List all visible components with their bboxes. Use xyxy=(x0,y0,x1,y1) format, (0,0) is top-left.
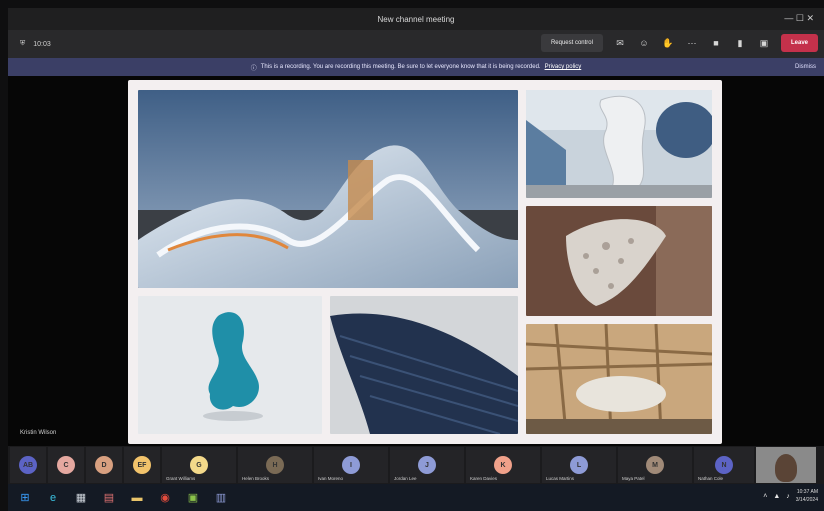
participant-name: Grant Williams xyxy=(166,476,196,481)
participant-tile[interactable]: AB xyxy=(10,447,46,483)
participant-tile[interactable]: D xyxy=(86,447,122,483)
avatar: C xyxy=(57,456,75,474)
participant-name: Karen Davies xyxy=(470,476,498,481)
participant-tile[interactable]: K Karen Davies xyxy=(466,447,540,483)
share-icon[interactable]: ▣ xyxy=(757,36,771,50)
participant-name: Nathan Cole xyxy=(698,476,724,481)
participant-name: Ivan Moreno xyxy=(318,476,344,481)
participant-tile[interactable]: EF xyxy=(124,447,160,483)
clock[interactable]: 10:37 AM 3/14/2024 xyxy=(796,488,818,504)
window-controls[interactable]: — ☐ ✕ xyxy=(784,13,814,24)
participant-name: Lucas Martins xyxy=(546,476,575,481)
chevron-up-icon[interactable]: ˄ xyxy=(763,493,767,500)
avatar: N xyxy=(715,456,733,474)
banner-message: This is a recording. You are recording t… xyxy=(260,64,541,70)
shield-icon: ⛨ xyxy=(20,40,26,47)
edge-icon[interactable]: e xyxy=(42,487,64,509)
video-icon[interactable]: ▥ xyxy=(210,487,232,509)
meeting-timer: 10:03 xyxy=(33,40,51,48)
avatar: G xyxy=(190,456,208,474)
avatar: AB xyxy=(19,456,37,474)
participant-tile[interactable]: J Jordan Lee xyxy=(390,447,464,483)
moodboard-image-timber-canopy xyxy=(526,324,712,434)
clock-time: 10:37 AM xyxy=(796,489,818,495)
title-bar: New channel meeting — ☐ ✕ xyxy=(8,8,824,30)
moodboard-image-building xyxy=(138,90,518,288)
teams-icon[interactable]: ▤ xyxy=(98,487,120,509)
participant-strip: AB C D EF G Grant Williams H Helen Brooks I Ivan … xyxy=(8,446,824,484)
info-icon: ⓘ xyxy=(250,65,257,72)
avatar: J xyxy=(418,456,436,474)
participant-tile[interactable]: G Grant Williams xyxy=(162,447,236,483)
photos-icon[interactable]: ▣ xyxy=(182,487,204,509)
system-tray: ˄ ▲ ♪ 10:37 AM 3/14/2024 xyxy=(763,488,818,504)
moodboard-image-blue-chair xyxy=(138,296,322,434)
file-icon[interactable]: ▬ xyxy=(126,487,148,509)
privacy-policy-link[interactable]: Privacy policy xyxy=(545,64,582,70)
participant-name: Helen Brooks xyxy=(242,476,270,481)
self-video-tile[interactable] xyxy=(756,447,816,483)
recording-banner: ⓘ This is a recording. You are recording… xyxy=(8,58,824,76)
start-icon[interactable]: ⊞ xyxy=(14,487,36,509)
avatar: L xyxy=(570,456,588,474)
moodboard-image-sculpture xyxy=(526,90,712,198)
participant-tile[interactable]: L Lucas Martins xyxy=(542,447,616,483)
mic-icon[interactable]: ▮ xyxy=(733,36,747,50)
shared-slide xyxy=(128,80,722,444)
moodboard-image-lace-panel xyxy=(526,206,712,316)
clock-date: 3/14/2024 xyxy=(795,497,818,503)
more-icon[interactable]: ⋯ xyxy=(685,36,699,50)
windows-taskbar: ⊞ e ▦ ▤ ▬ ◉ ▣ ▥ ˄ ▲ ♪ 10:37 AM 3/14/2024 xyxy=(8,484,824,511)
request-control-button[interactable]: Request control xyxy=(540,34,603,52)
window-title: New channel meeting xyxy=(377,14,455,24)
dismiss-button[interactable]: Dismiss xyxy=(795,64,816,70)
participant-name: Maya Patel xyxy=(622,476,645,481)
avatar: K xyxy=(494,456,512,474)
self-video-person xyxy=(775,454,797,482)
participant-tile[interactable]: I Ivan Moreno xyxy=(314,447,388,483)
chat-icon[interactable]: ✉ xyxy=(613,36,627,50)
avatar: M xyxy=(646,456,664,474)
avatar: H xyxy=(266,456,284,474)
participant-tile[interactable]: N Nathan Cole xyxy=(694,447,754,483)
leave-button[interactable]: Leave xyxy=(780,34,818,52)
network-icon[interactable]: ▲ xyxy=(773,493,780,500)
moodboard-image-woven-bench xyxy=(330,296,518,434)
avatar: EF xyxy=(133,456,151,474)
people-icon[interactable]: ☺ xyxy=(637,36,651,50)
avatar: I xyxy=(342,456,360,474)
participant-tile[interactable]: H Helen Brooks xyxy=(238,447,312,483)
meeting-toolbar: ⛨ 10:03 Request control ✉ ☺ ✋ ⋯ ■ ▮ ▣ Le… xyxy=(8,30,824,58)
explorer-icon[interactable]: ▦ xyxy=(70,487,92,509)
participant-tile[interactable]: C xyxy=(48,447,84,483)
avatar: D xyxy=(95,456,113,474)
participant-tile[interactable]: M Maya Patel xyxy=(618,447,692,483)
chrome-icon[interactable]: ◉ xyxy=(154,487,176,509)
reactions-icon[interactable]: ✋ xyxy=(661,36,675,50)
presenter-name: Kristin Wilson xyxy=(20,430,57,436)
camera-icon[interactable]: ■ xyxy=(709,36,723,50)
volume-icon[interactable]: ♪ xyxy=(786,493,790,500)
participant-name: Jordan Lee xyxy=(394,476,417,481)
